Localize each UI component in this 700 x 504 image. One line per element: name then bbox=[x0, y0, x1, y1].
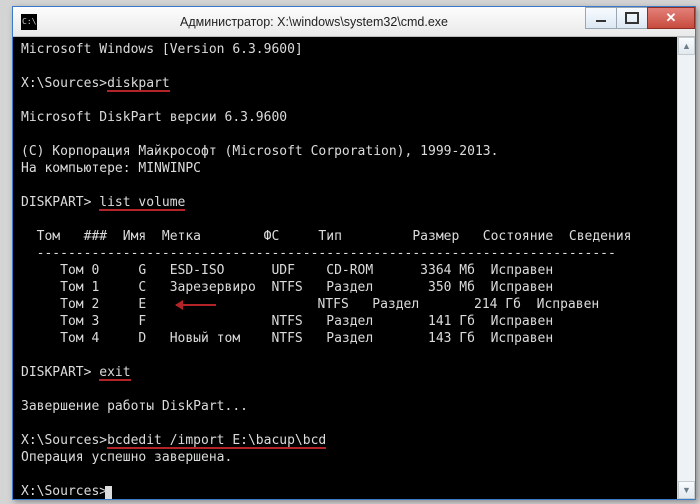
prompt: X:\Sources> bbox=[21, 484, 107, 499]
cmd-exit: exit bbox=[99, 365, 130, 380]
table-row: Том 2 E bbox=[21, 297, 170, 312]
minimize-button[interactable] bbox=[585, 7, 617, 29]
table-divider: ----------------------------------------… bbox=[21, 246, 616, 261]
cursor-icon bbox=[105, 486, 112, 499]
cmd-diskpart: diskpart bbox=[107, 76, 170, 91]
cmd-list-volume: list volume bbox=[99, 195, 185, 210]
table-header: Том ### Имя Метка ФС Тип Размер Состояни… bbox=[21, 229, 631, 244]
arrow-icon bbox=[170, 300, 216, 309]
titlebar[interactable]: Администратор: X:\windows\system32\cmd.e… bbox=[13, 7, 695, 37]
prompt: DISKPART> bbox=[21, 365, 99, 380]
line: Microsoft Windows [Version 6.3.9600] bbox=[21, 42, 303, 57]
table-row: NTFS Раздел 214 Гб Исправен bbox=[216, 297, 600, 312]
cmd-window: Администратор: X:\windows\system32\cmd.e… bbox=[12, 6, 696, 500]
prompt: DISKPART> bbox=[21, 195, 99, 210]
line: На компьютере: MINWINPC bbox=[21, 161, 201, 176]
line: (C) Корпорация Майкрософт (Microsoft Cor… bbox=[21, 144, 498, 159]
window-buttons: ✕ bbox=[586, 7, 695, 29]
scroll-track[interactable] bbox=[678, 55, 695, 481]
line: Операция успешно завершена. bbox=[21, 450, 232, 465]
scroll-down-button[interactable]: ▼ bbox=[678, 481, 695, 499]
table-row: Том 0 G ESD-ISO UDF CD-ROM 3364 Мб Испра… bbox=[21, 263, 553, 278]
line: Microsoft DiskPart версии 6.3.9600 bbox=[21, 110, 287, 125]
line: Завершение работы DiskPart... bbox=[21, 399, 248, 414]
maximize-button[interactable] bbox=[616, 7, 648, 29]
prompt: X:\Sources> bbox=[21, 433, 107, 448]
table-row: Том 3 F NTFS Раздел 141 Гб Исправен bbox=[21, 314, 553, 329]
vertical-scrollbar[interactable]: ▲ ▼ bbox=[677, 37, 695, 499]
table-row: Том 1 C Зарезервиро NTFS Раздел 350 Мб И… bbox=[21, 280, 553, 295]
scroll-up-button[interactable]: ▲ bbox=[678, 37, 695, 55]
terminal-output[interactable]: Microsoft Windows [Version 6.3.9600] X:\… bbox=[13, 37, 695, 499]
prompt: X:\Sources> bbox=[21, 76, 107, 91]
cmd-bcdedit: bcdedit /import E:\bacup\bcd bbox=[107, 433, 326, 448]
close-button[interactable]: ✕ bbox=[647, 7, 695, 29]
table-row: Том 4 D Новый том NTFS Раздел 143 Гб Исп… bbox=[21, 331, 553, 346]
cmd-icon bbox=[21, 14, 37, 30]
